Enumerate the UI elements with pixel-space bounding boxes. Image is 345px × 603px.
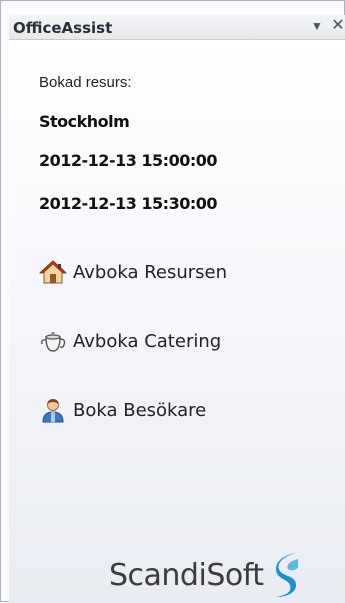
house-icon bbox=[39, 260, 67, 284]
logo-wordmark: ScandiSoft bbox=[109, 557, 264, 593]
close-pane-icon[interactable]: ✕ bbox=[329, 15, 345, 34]
booking-start-time: 2012-12-13 15:00:00 bbox=[39, 151, 218, 170]
unbook-resource-label: Avboka Resursen bbox=[73, 261, 228, 283]
pane-options-dropdown-icon[interactable]: ▼ bbox=[308, 19, 326, 37]
task-pane-window: OfficeAssist ▼ ✕ Bokad resurs: Stockholm… bbox=[0, 0, 345, 603]
book-visitor-link[interactable]: Boka Besökare bbox=[39, 396, 206, 424]
unbook-catering-link[interactable]: Avboka Catering bbox=[39, 327, 221, 355]
teapot-icon bbox=[41, 332, 66, 352]
book-visitor-label: Boka Besökare bbox=[73, 399, 207, 421]
scandisoft-mark-icon bbox=[275, 553, 298, 597]
scandisoft-logo: ScandiSoft bbox=[109, 550, 304, 600]
unbook-resource-link[interactable]: Avboka Resursen bbox=[39, 258, 227, 286]
task-pane-title: OfficeAssist bbox=[13, 19, 113, 37]
unbook-catering-label: Avboka Catering bbox=[73, 330, 222, 352]
person-icon bbox=[42, 399, 64, 423]
task-pane-content: Bokad resurs: Stockholm 2012-12-13 15:00… bbox=[9, 40, 345, 603]
booked-location-value: Stockholm bbox=[39, 112, 130, 131]
task-pane-titlebar: OfficeAssist ▼ ✕ bbox=[9, 15, 345, 40]
booked-resource-label: Bokad resurs: bbox=[39, 74, 132, 91]
booking-end-time: 2012-12-13 15:30:00 bbox=[39, 194, 218, 213]
